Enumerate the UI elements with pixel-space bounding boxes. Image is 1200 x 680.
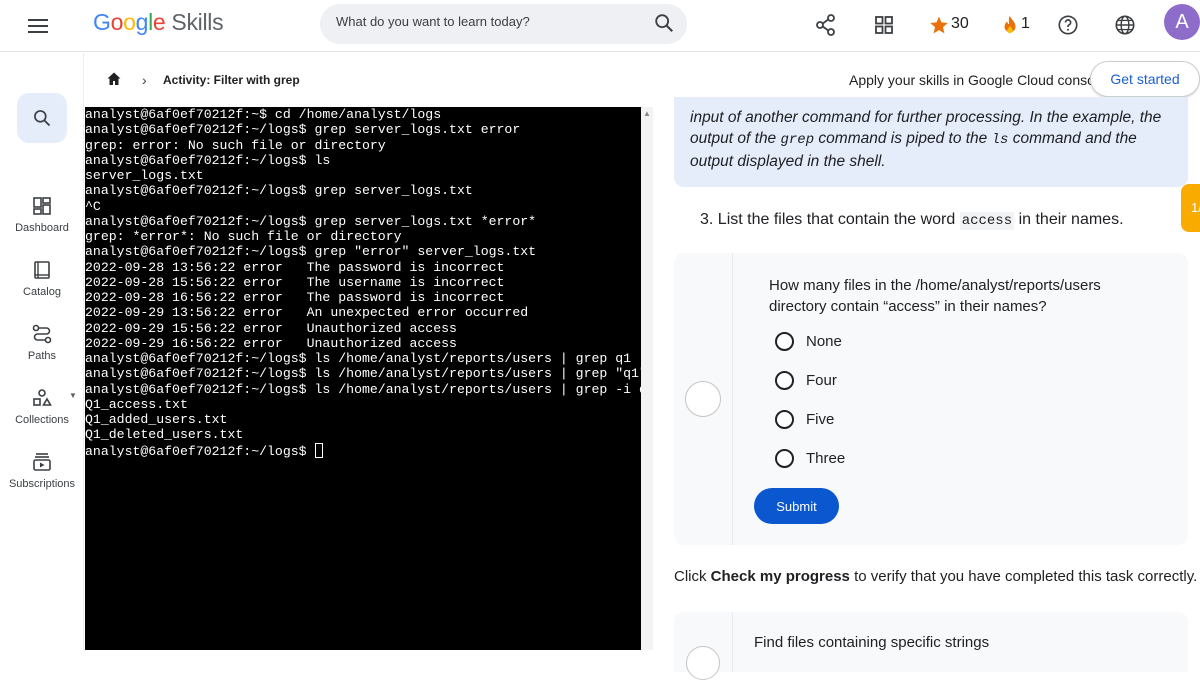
rail-label-collections: Collections — [15, 414, 69, 426]
rail-item-collections[interactable]: ▼ Collections — [0, 387, 84, 426]
note-text: input of another command for further pro… — [690, 109, 1162, 170]
terminal-prompt: analyst@6af0ef70212f:~/logs$ — [85, 443, 315, 459]
apply-skills-text: Apply your skills in Google Cloud consol… — [849, 72, 1106, 88]
radio-button[interactable] — [775, 371, 794, 390]
task-status-circle — [686, 646, 720, 680]
option-four[interactable]: Four — [775, 371, 837, 390]
rail-item-subscriptions[interactable]: Subscriptions — [0, 451, 84, 490]
quiz-question: How many files in the /home/analyst/repo… — [769, 277, 1101, 315]
note-box: input of another command for further pro… — [674, 97, 1188, 187]
subscriptions-icon — [33, 453, 51, 471]
apps-grid-icon[interactable] — [871, 12, 897, 38]
next-task-title: Find files containing specific strings — [754, 634, 990, 651]
dashboard-icon — [33, 197, 51, 215]
search-icon — [34, 110, 51, 127]
rail-label-catalog: Catalog — [23, 286, 61, 298]
option-five[interactable]: Five — [775, 410, 834, 429]
rail-item-paths[interactable]: Paths — [0, 323, 84, 362]
language-globe-icon[interactable] — [1112, 12, 1138, 38]
chevron-right-icon: › — [142, 72, 147, 88]
terminal-window[interactable]: analyst@6af0ef70212f:~$ cd /home/analyst… — [85, 107, 641, 650]
submit-button[interactable]: Submit — [754, 488, 839, 524]
share-icon[interactable] — [813, 12, 839, 38]
catalog-icon — [34, 261, 50, 279]
side-panel-tab[interactable]: 1/ — [1181, 184, 1200, 232]
rail-label-dashboard: Dashboard — [15, 222, 69, 234]
google-skills-logo[interactable]: Google Skills — [93, 9, 224, 36]
terminal-lines: analyst@6af0ef70212f:~$ cd /home/analyst… — [85, 107, 641, 443]
help-icon[interactable] — [1055, 12, 1081, 38]
option-none[interactable]: None — [775, 332, 842, 351]
rail-label-subscriptions: Subscriptions — [8, 478, 76, 490]
terminal-scrollbar[interactable]: ▲ — [641, 107, 653, 650]
quiz-card: How many files in the /home/analyst/repo… — [674, 253, 1188, 545]
terminal-output: analyst@6af0ef70212f:~$ cd /home/analyst… — [85, 107, 641, 459]
radio-button[interactable] — [775, 332, 794, 351]
option-three[interactable]: Three — [775, 449, 845, 468]
quiz-status-circle — [685, 381, 721, 417]
collections-icon — [33, 389, 52, 406]
left-nav-rail: Dashboard Catalog Paths ▼ Collections Su… — [0, 53, 84, 650]
quiz-divider — [732, 612, 733, 672]
quiz-divider — [732, 253, 733, 545]
search-bar[interactable] — [320, 4, 687, 44]
avatar[interactable]: A — [1164, 4, 1200, 40]
top-bar: GoogleSkills 30 1 A — [0, 0, 1200, 52]
home-icon[interactable] — [106, 71, 122, 92]
step-instruction: 3. List the files that contain the word … — [700, 211, 1124, 230]
next-task-card: Find files containing specific strings — [674, 612, 1188, 680]
breadcrumb-current: Activity: Filter with grep — [163, 73, 300, 87]
chevron-down-icon[interactable]: ▼ — [69, 391, 77, 400]
scroll-up-arrow-icon[interactable]: ▲ — [643, 109, 651, 118]
star-icon[interactable] — [926, 12, 952, 38]
logo-skills: Skills — [171, 9, 224, 35]
check-progress-instruction: Click Check my progress to verify that y… — [674, 568, 1198, 585]
streak-flame-icon[interactable] — [997, 12, 1023, 38]
search-icon[interactable] — [653, 12, 675, 39]
terminal-cursor — [314, 442, 323, 458]
rail-label-paths: Paths — [27, 350, 57, 362]
logo-google: Google — [93, 9, 166, 35]
rail-item-dashboard[interactable]: Dashboard — [0, 195, 84, 234]
rail-search-button[interactable] — [17, 93, 67, 143]
menu-icon[interactable] — [26, 14, 50, 38]
get-started-button[interactable]: Get started — [1090, 61, 1200, 97]
rail-item-catalog[interactable]: Catalog — [0, 259, 84, 298]
search-input[interactable] — [336, 14, 636, 29]
paths-icon — [32, 324, 52, 344]
radio-button[interactable] — [775, 449, 794, 468]
streak-count: 1 — [1021, 15, 1030, 32]
stars-count: 30 — [951, 15, 969, 32]
radio-button[interactable] — [775, 410, 794, 429]
